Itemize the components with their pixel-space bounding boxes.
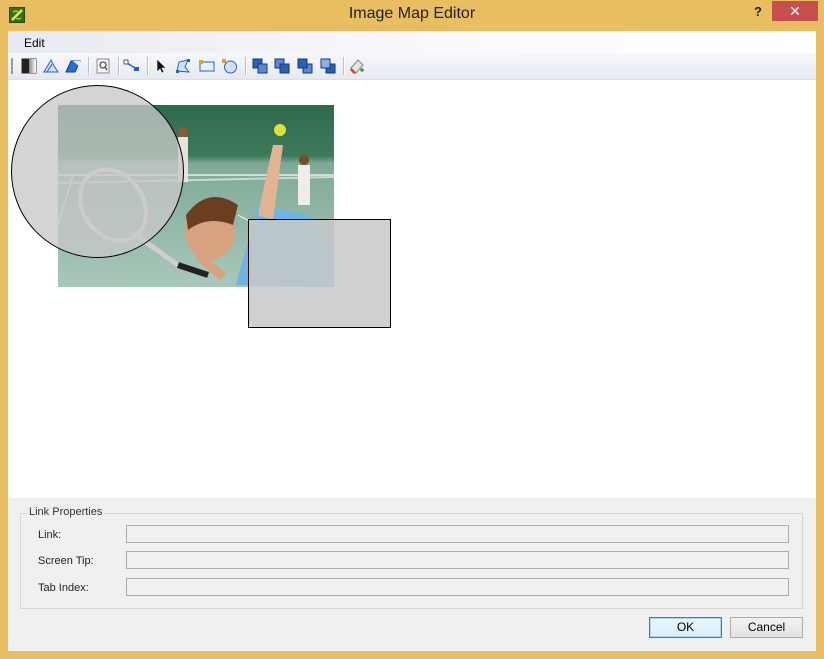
- close-button[interactable]: ✕: [772, 1, 818, 21]
- menu-edit[interactable]: Edit: [16, 35, 53, 51]
- image-map-editor-window: Image Map Editor ? ✕ Edit Link Propertie…: [0, 0, 824, 659]
- window-title: Image Map Editor: [348, 5, 476, 22]
- toolbar: [8, 53, 816, 80]
- dialog-client-area: Edit Link Properties Link: Screen Tip: T…: [8, 31, 816, 651]
- cancel-button[interactable]: Cancel: [730, 617, 803, 638]
- help-button[interactable]: ?: [747, 2, 769, 22]
- clear-icon[interactable]: [348, 57, 366, 75]
- circle-hotspot[interactable]: [11, 85, 184, 258]
- link-properties-label: Link Properties: [27, 506, 105, 518]
- link-input[interactable]: [126, 525, 789, 543]
- toolbar-separator: [343, 57, 345, 75]
- menu-bar: Edit: [8, 31, 816, 53]
- line-icon[interactable]: [123, 57, 141, 75]
- title-bar[interactable]: Image Map Editor ? ✕: [0, 0, 824, 31]
- circle-tool-icon[interactable]: [221, 57, 239, 75]
- polygon-tool-icon[interactable]: [174, 57, 192, 75]
- image-properties-icon[interactable]: [20, 57, 38, 75]
- send-to-back-icon[interactable]: [319, 57, 337, 75]
- bring-forward-icon[interactable]: [273, 57, 291, 75]
- toolbar-separator: [88, 57, 90, 75]
- toolbar-grip[interactable]: [11, 58, 13, 74]
- link-label: Link:: [38, 529, 62, 541]
- bring-to-front-icon[interactable]: [251, 57, 269, 75]
- tab-index-label: Tab Index:: [38, 582, 89, 594]
- send-backward-icon[interactable]: [296, 57, 314, 75]
- tab-index-input[interactable]: [126, 578, 789, 596]
- image-shape-icon[interactable]: [64, 57, 82, 75]
- pointer-icon[interactable]: [152, 57, 170, 75]
- image-flip-icon[interactable]: [42, 57, 60, 75]
- toolbar-separator: [147, 57, 149, 75]
- ok-button[interactable]: OK: [649, 617, 722, 638]
- screen-tip-label: Screen Tip:: [38, 555, 94, 567]
- rectangle-hotspot[interactable]: [248, 219, 391, 328]
- zoom-icon[interactable]: [94, 57, 112, 75]
- screen-tip-input[interactable]: [126, 551, 789, 569]
- toolbar-separator: [245, 57, 247, 75]
- rectangle-tool-icon[interactable]: [198, 57, 216, 75]
- toolbar-separator: [118, 57, 120, 75]
- image-map-canvas[interactable]: [8, 80, 816, 498]
